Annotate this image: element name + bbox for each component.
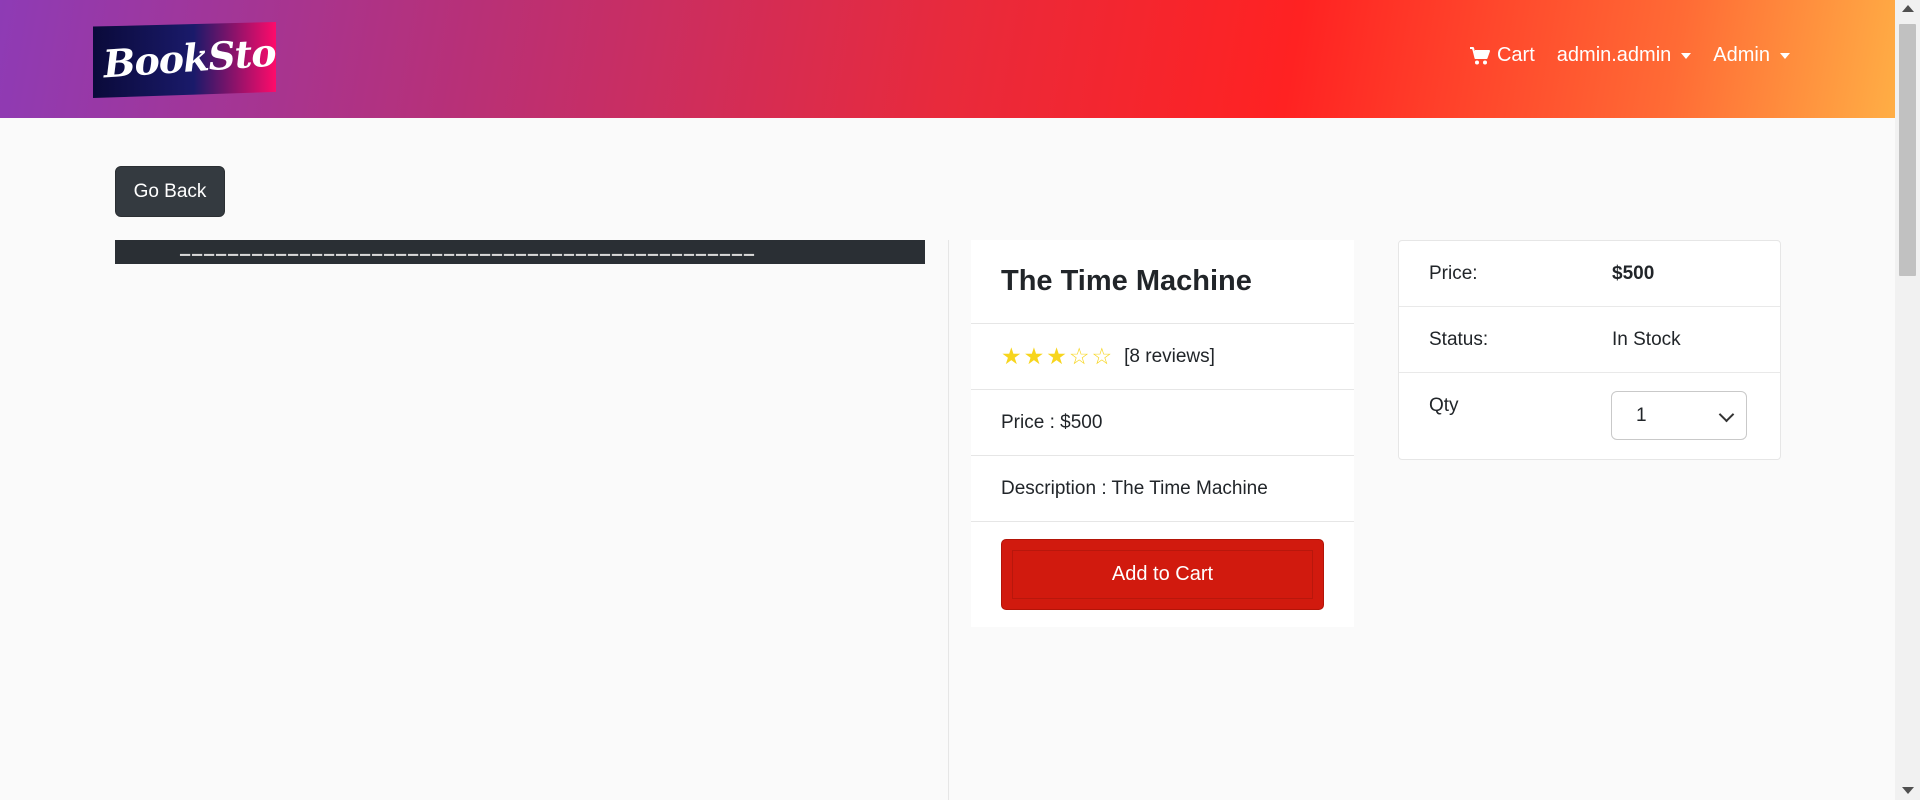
product-title-row: The Time Machine: [971, 240, 1354, 324]
rating-stars: ★ ★ ★ ☆ ☆: [1001, 345, 1112, 368]
admin-menu-label: Admin: [1713, 44, 1770, 66]
purchase-summary-card: Price: $500 Status: In Stock Qty 1: [1398, 240, 1781, 460]
rating-row: ★ ★ ★ ☆ ☆ [8 reviews]: [971, 324, 1354, 390]
star-filled-icon: ★: [1046, 343, 1067, 369]
page-scrollbar[interactable]: [1895, 0, 1920, 800]
product-details-list: The Time Machine ★ ★ ★ ☆ ☆ [8 reviews] Price…: [971, 240, 1354, 627]
cart-link[interactable]: Cart: [1469, 44, 1535, 67]
admin-menu-dropdown[interactable]: Admin: [1713, 44, 1790, 67]
caret-down-icon: [1681, 52, 1692, 59]
star-empty-icon: ☆: [1068, 343, 1090, 369]
summary-price-row: Price: $500: [1399, 241, 1780, 307]
summary-qty-row: Qty 1: [1399, 373, 1780, 440]
logo-text: BookStore: [101, 26, 319, 87]
bookstore-logo[interactable]: BookStore: [93, 22, 276, 98]
cart-link-label: Cart: [1496, 44, 1535, 66]
chevron-down-icon: [1718, 406, 1735, 423]
quantity-select[interactable]: 1: [1611, 391, 1747, 440]
summary-qty-label: Qty: [1429, 395, 1459, 416]
book-cover-image: ▔▔▔▔▔▔▔▔▔▔▔▔▔▔▔▔▔▔▔▔▔▔▔▔▔▔▔▔▔▔▔▔▔▔▔▔▔▔▔▔…: [115, 240, 925, 264]
go-back-button[interactable]: Go Back: [115, 166, 225, 217]
price-row: Price : $500: [971, 390, 1354, 456]
summary-status-value: In Stock: [1612, 329, 1681, 350]
scrollbar-thumb[interactable]: [1899, 24, 1916, 276]
scroll-down-arrow-icon[interactable]: [1902, 787, 1914, 794]
summary-status-label: Status:: [1429, 329, 1489, 350]
user-menu-dropdown[interactable]: admin.admin: [1557, 44, 1692, 67]
quantity-select-value: 1: [1636, 404, 1647, 426]
scroll-up-arrow-icon[interactable]: [1902, 5, 1914, 12]
book-cover-artwork: ▔▔▔▔▔▔▔▔▔▔▔▔▔▔▔▔▔▔▔▔▔▔▔▔▔▔▔▔▔▔▔▔▔▔▔▔▔▔▔▔…: [180, 255, 756, 264]
add-to-cart-button[interactable]: Add to Cart: [1001, 539, 1324, 610]
column-divider: [948, 240, 949, 800]
user-menu-label: admin.admin: [1556, 44, 1672, 66]
reviews-count: [8 reviews]: [1124, 345, 1215, 367]
summary-price-label: Price:: [1429, 263, 1478, 284]
nav-links: Cart admin.admin Admin: [1469, 44, 1790, 67]
star-empty-icon: ☆: [1091, 343, 1113, 369]
add-to-cart-row: Add to Cart: [971, 522, 1354, 627]
shopping-cart-icon: [1469, 46, 1491, 66]
star-filled-icon: ★: [1001, 343, 1022, 369]
product-title: The Time Machine: [1001, 265, 1252, 297]
caret-down-icon: [1780, 52, 1790, 59]
description-text: Description : The Time Machine: [1001, 477, 1268, 499]
top-navbar: BookStore Cart admin.admin Admin: [0, 0, 1895, 118]
description-row: Description : The Time Machine: [971, 456, 1354, 522]
star-filled-icon: ★: [1023, 343, 1045, 369]
summary-price-value: $500: [1612, 263, 1655, 284]
price-text: Price : $500: [1001, 411, 1103, 433]
summary-status-row: Status: In Stock: [1399, 307, 1780, 373]
